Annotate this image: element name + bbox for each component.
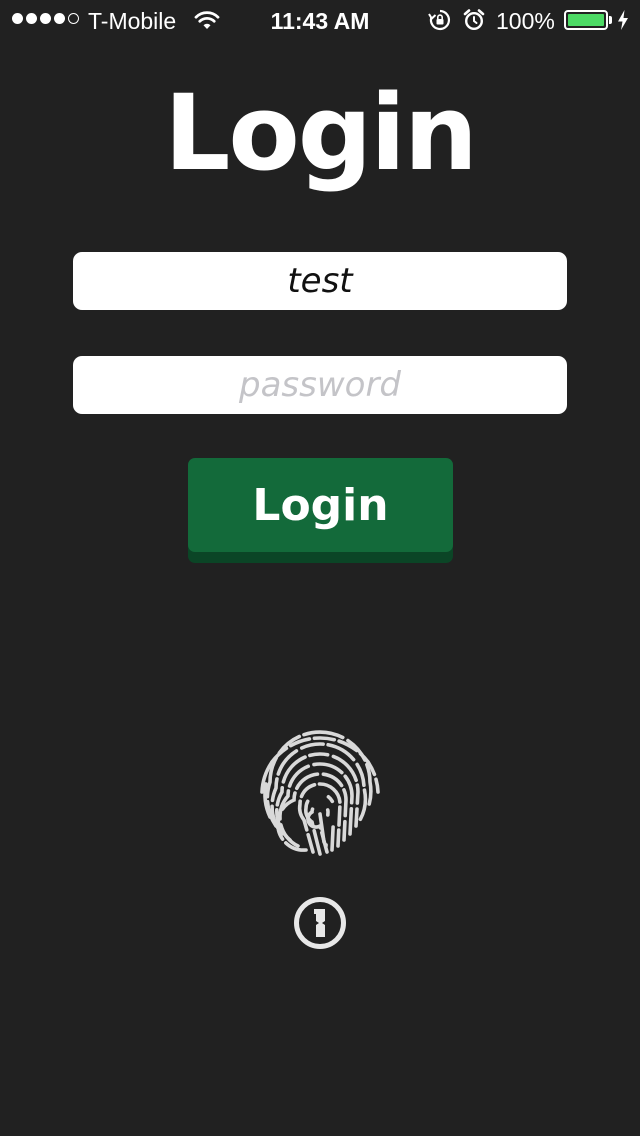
fingerprint-icon[interactable]: [250, 722, 390, 862]
page-title: Login: [164, 72, 478, 194]
rotation-lock-icon: [428, 9, 452, 37]
charging-bolt-icon: [616, 9, 630, 37]
status-bar: T-Mobile 11:43 AM 100%: [0, 0, 640, 40]
username-input[interactable]: [73, 252, 567, 310]
battery-icon: [564, 10, 608, 30]
battery-percent: 100%: [496, 8, 555, 34]
battery-level: [568, 14, 604, 26]
alarm-icon: [463, 9, 485, 37]
password-input[interactable]: [73, 356, 567, 414]
login-button[interactable]: Login: [188, 458, 453, 552]
battery-nub: [609, 16, 612, 24]
onepassword-icon[interactable]: [292, 895, 348, 951]
